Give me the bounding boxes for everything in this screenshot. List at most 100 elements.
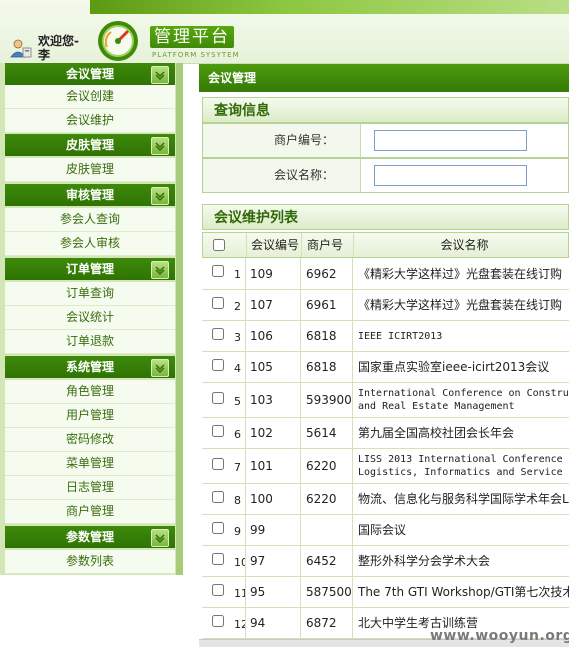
- table-row[interactable]: 119558750001The 7th GTI Workshop/GTI第七次技…: [202, 577, 569, 608]
- sidebar-item-menus[interactable]: 菜单管理: [5, 452, 175, 476]
- merchant-id-cell: 58750001: [301, 577, 353, 607]
- meeting-name-label: 会议名称：: [203, 159, 361, 192]
- table-row[interactable]: 5 10359390007International Conference on …: [202, 383, 569, 418]
- meeting-name-cell[interactable]: 国家重点实验室ieee-icirt2013会议: [353, 352, 569, 382]
- meeting-id-cell: 103: [246, 383, 301, 417]
- meeting-name-cell[interactable]: IEEE ICIRT2013: [353, 321, 569, 351]
- table-row[interactable]: 6 102 5614 第九届全国高校社团会长年会: [202, 418, 569, 449]
- row-select-cell: 11: [202, 577, 246, 607]
- row-checkbox[interactable]: [212, 584, 224, 596]
- meeting-name-cell[interactable]: 国际会议: [353, 515, 569, 545]
- row-checkbox[interactable]: [212, 297, 224, 309]
- row-checkbox[interactable]: [212, 425, 224, 437]
- table-row[interactable]: 8 100 6220 物流、信息化与服务科学国际学术年会LI: [202, 484, 569, 515]
- table-row[interactable]: 3 106 6818 IEEE ICIRT2013: [202, 321, 569, 352]
- row-index: 8: [234, 494, 241, 507]
- sidebar-group-meeting[interactable]: 会议管理: [5, 63, 175, 85]
- merchant-id-cell: 6872: [301, 608, 353, 638]
- meeting-name-cell[interactable]: 物流、信息化与服务科学国际学术年会LI: [353, 484, 569, 514]
- meeting-name-cell[interactable]: 整形外科学分会学术大会: [353, 546, 569, 576]
- sidebar-item-meeting-maintain[interactable]: 会议维护: [5, 109, 175, 133]
- sidebar-item-attendee-query[interactable]: 参会人查询: [5, 208, 175, 232]
- row-index: 3: [234, 331, 241, 344]
- meeting-id-cell: 97: [246, 546, 301, 576]
- meeting-name-cell[interactable]: 《精彩大学这样过》光盘套装在线订购: [353, 258, 569, 289]
- row-select-cell: 9: [202, 515, 246, 545]
- table-row[interactable]: 9 99 国际会议: [202, 515, 569, 546]
- sidebar-group-order[interactable]: 订单管理: [5, 258, 175, 280]
- sidebar-item-meeting-create[interactable]: 会议创建: [5, 85, 175, 109]
- table-row[interactable]: 10976452整形外科学分会学术大会: [202, 546, 569, 577]
- sidebar-item-merchants[interactable]: 商户管理: [5, 500, 175, 524]
- chevron-down-icon[interactable]: [151, 529, 169, 547]
- merchant-id-cell: 59390007: [301, 383, 353, 417]
- row-index: 4: [234, 362, 241, 375]
- meeting-name-cell[interactable]: International Conference on Constru and R…: [353, 383, 569, 417]
- table-row[interactable]: 2 107 6961 《精彩大学这样过》光盘套装在线订购: [202, 290, 569, 321]
- chevron-down-icon[interactable]: [151, 261, 169, 279]
- merchant-id-cell: [301, 515, 353, 545]
- sidebar-group-params[interactable]: 参数管理: [5, 526, 175, 548]
- meeting-name-input[interactable]: [374, 165, 527, 186]
- user-icon: [10, 39, 32, 58]
- meeting-name-cell[interactable]: 《精彩大学这样过》光盘套装在线订购: [353, 290, 569, 320]
- row-checkbox[interactable]: [212, 328, 224, 340]
- select-all-checkbox[interactable]: [213, 239, 225, 251]
- merchant-id-input[interactable]: [374, 130, 527, 151]
- merchant-id-cell: 6220: [301, 484, 353, 514]
- sidebar-group-audit[interactable]: 审核管理: [5, 184, 175, 206]
- meeting-name-cell[interactable]: 第九届全国高校社团会长年会: [353, 418, 569, 448]
- table-row[interactable]: 7 101 6220 LISS 2013 International Conferen…: [202, 449, 569, 484]
- meeting-id-cell: 109: [246, 258, 301, 289]
- sidebar-item-password[interactable]: 密码修改: [5, 428, 175, 452]
- meeting-name-line: LISS 2013 International Conference: [358, 454, 563, 465]
- sidebar-rail: [176, 63, 183, 575]
- meeting-name-cell[interactable]: LISS 2013 International Conference Logist…: [353, 449, 569, 483]
- row-checkbox[interactable]: [212, 458, 224, 470]
- row-checkbox[interactable]: [212, 359, 224, 371]
- row-checkbox[interactable]: [212, 553, 224, 565]
- meeting-name-line: Logistics, Informatics and Service S: [358, 467, 569, 478]
- sidebar-item-users[interactable]: 用户管理: [5, 404, 175, 428]
- chevron-down-icon[interactable]: [151, 137, 169, 155]
- meeting-id-cell: 94: [246, 608, 301, 638]
- row-select-cell: 3: [202, 321, 246, 351]
- sidebar-item-skin[interactable]: 皮肤管理: [5, 158, 175, 182]
- chevron-down-icon[interactable]: [151, 359, 169, 377]
- sidebar-item-order-refund[interactable]: 订单退款: [5, 330, 175, 354]
- platform-subtitle: PLATFORM SYSYTEM: [152, 51, 240, 59]
- merchant-id-label: 商户编号：: [203, 124, 361, 157]
- row-checkbox[interactable]: [212, 615, 224, 627]
- column-header-merchant[interactable]: 商户号: [302, 233, 354, 257]
- row-checkbox[interactable]: [212, 522, 224, 534]
- sidebar-group-system[interactable]: 系统管理: [5, 356, 175, 378]
- sidebar-item-attendee-audit[interactable]: 参会人审核: [5, 232, 175, 256]
- sidebar-item-meeting-stats[interactable]: 会议统计: [5, 306, 175, 330]
- column-header-name[interactable]: 会议名称: [354, 233, 569, 257]
- sidebar-item-roles[interactable]: 角色管理: [5, 380, 175, 404]
- main-content: 会议管理 查询信息 商户编号： 会议名称： 会议维护列表 会议编号 商户号 会议…: [199, 64, 569, 646]
- sidebar: 会议管理 会议创建 会议维护 皮肤管理 皮肤管理 审核管理 参会人查询 参会人审…: [0, 63, 183, 575]
- chevron-down-icon[interactable]: [151, 66, 169, 84]
- sidebar-item-logs[interactable]: 日志管理: [5, 476, 175, 500]
- page-title: 会议管理: [199, 64, 569, 92]
- welcome-label: 欢迎您-: [38, 34, 79, 48]
- sidebar-item-order-query[interactable]: 订单查询: [5, 282, 175, 306]
- column-header-id[interactable]: 会议编号: [247, 233, 302, 257]
- table-row[interactable]: 4 105 6818 国家重点实验室ieee-icirt2013会议: [202, 352, 569, 383]
- meeting-name-cell[interactable]: The 7th GTI Workshop/GTI第七次技术研: [353, 577, 569, 607]
- row-select-cell: 2: [202, 290, 246, 320]
- row-index: 2: [234, 300, 241, 313]
- row-checkbox[interactable]: [212, 491, 224, 503]
- merchant-id-cell: 6220: [301, 449, 353, 483]
- sidebar-group-label: 订单管理: [65, 262, 114, 276]
- row-index: 5: [234, 395, 241, 408]
- meeting-id-cell: 105: [246, 352, 301, 382]
- sidebar-group-skin[interactable]: 皮肤管理: [5, 134, 175, 156]
- sidebar-item-param-list[interactable]: 参数列表: [5, 550, 175, 574]
- table-row[interactable]: 1 109 6962 《精彩大学这样过》光盘套装在线订购: [202, 258, 569, 290]
- row-select-cell: 8: [202, 484, 246, 514]
- row-checkbox[interactable]: [212, 265, 224, 277]
- row-checkbox[interactable]: [212, 392, 224, 404]
- chevron-down-icon[interactable]: [151, 187, 169, 205]
